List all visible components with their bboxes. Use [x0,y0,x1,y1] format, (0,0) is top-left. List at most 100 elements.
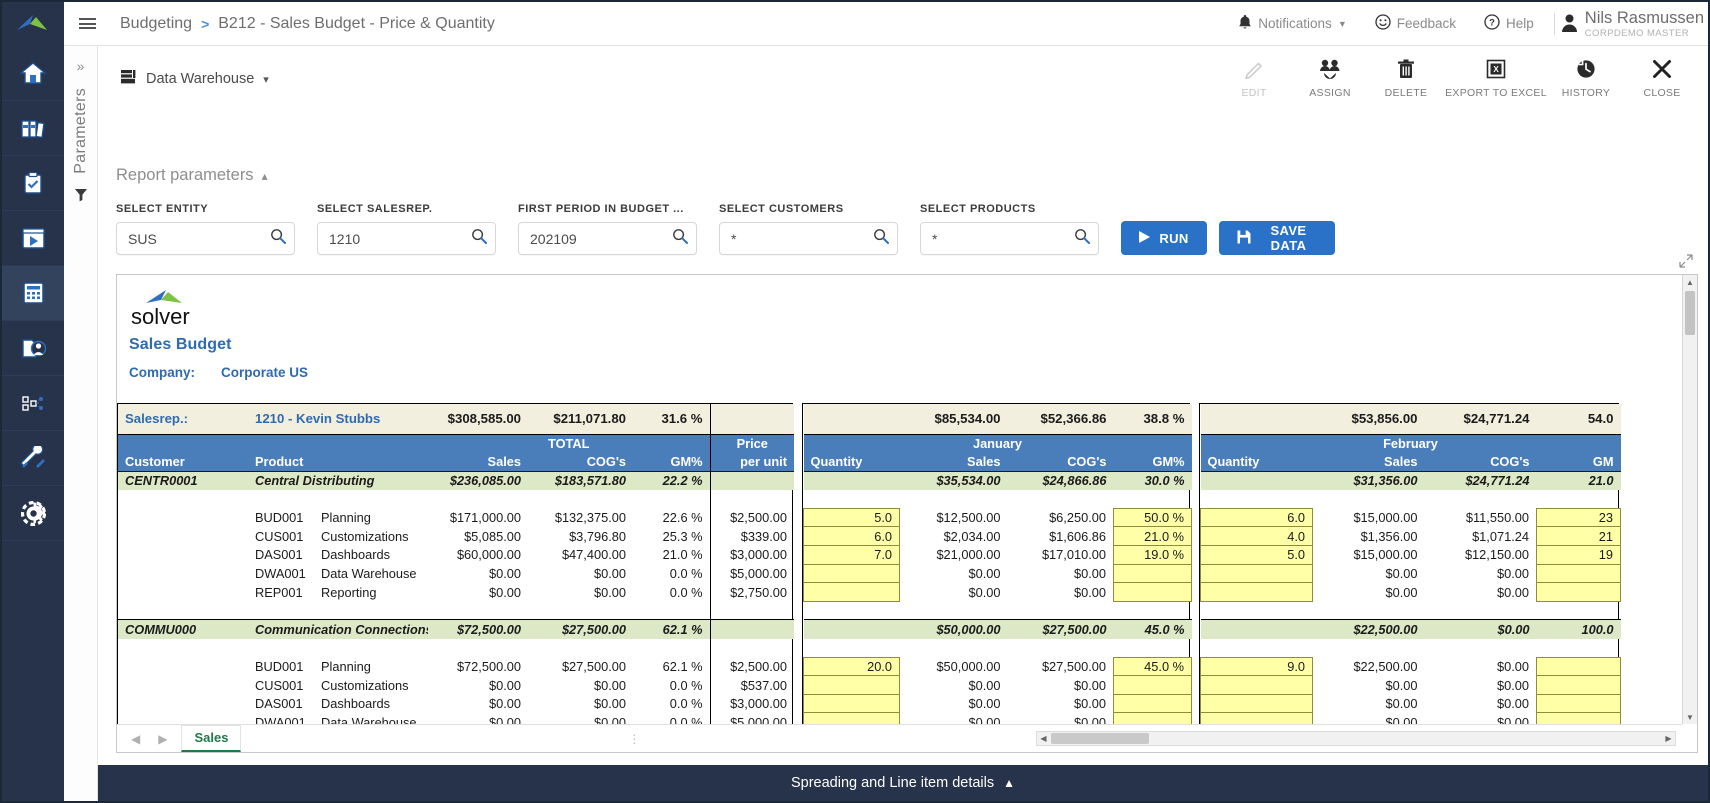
jan-quantity-cell[interactable]: 5.0 [804,508,900,527]
jan-quantity-cell[interactable] [804,713,900,724]
scroll-down-arrow[interactable]: ▼ [1683,710,1697,724]
jan-quantity-cell[interactable] [804,694,900,713]
search-icon[interactable] [1074,228,1090,249]
sheet-tab-sales[interactable]: Sales [181,725,241,752]
feedback-button[interactable]: Feedback [1361,2,1470,46]
feb-gm-cell[interactable] [1537,564,1621,583]
feb-gm-cell[interactable]: 21 [1537,527,1621,546]
jan-gm-value[interactable]: 45.0 % [1121,659,1184,674]
feb-gm-cell[interactable]: 23 [1537,508,1621,527]
feb-gm-cell[interactable] [1537,657,1621,676]
sidebar-item-home[interactable] [2,46,64,101]
sheet-prev-arrow[interactable]: ◀ [131,732,140,746]
expand-report-button[interactable] [1674,254,1698,272]
save-data-button[interactable]: SAVE DATA [1219,221,1335,255]
jan-quantity-value[interactable]: 20.0 [811,659,892,674]
select-salesrep-input[interactable] [329,231,465,247]
vertical-scroll-thumb[interactable] [1685,291,1695,335]
feb-gm-cell[interactable] [1537,583,1621,602]
export-to-excel-button[interactable]: X EXPORT TO EXCEL [1444,50,1548,99]
sidebar-item-tasks[interactable] [2,156,64,211]
user-menu[interactable]: Nils Rasmussen CorpDemo Master [1561,10,1708,38]
report-vertical-scrollbar[interactable]: ▲ ▼ [1682,275,1697,724]
spreading-details-bar[interactable]: Spreading and Line item details ▲ [98,765,1708,801]
feb-gm-cell[interactable]: 19 [1537,546,1621,565]
feb-quantity-cell[interactable]: 5.0 [1201,546,1313,565]
feb-gm-value[interactable]: 21 [1544,529,1613,544]
select-products-input-wrap[interactable] [920,222,1099,255]
jan-quantity-cell[interactable] [804,583,900,602]
select-customers-input[interactable] [731,231,867,247]
scroll-right-arrow[interactable]: ▶ [1662,734,1675,743]
sidebar-item-workflow[interactable] [2,376,64,431]
datasource-selector[interactable]: Data Warehouse ▾ [120,68,269,90]
feb-quantity-value[interactable]: 4.0 [1208,529,1305,544]
jan-quantity-value[interactable]: 7.0 [811,547,892,562]
run-button[interactable]: RUN [1121,221,1207,255]
scroll-up-arrow[interactable]: ▲ [1683,275,1697,289]
menu-toggle-button[interactable] [64,2,110,46]
report-horizontal-scrollbar[interactable]: ◀ ▶ [1036,731,1676,746]
jan-quantity-value[interactable]: 6.0 [811,529,892,544]
select-entity-input[interactable] [128,231,264,247]
feb-quantity-cell[interactable] [1201,713,1313,724]
select-entity-input-wrap[interactable] [116,222,295,255]
jan-quantity-cell[interactable]: 6.0 [804,527,900,546]
jan-quantity-value[interactable]: 5.0 [811,510,892,525]
feb-quantity-cell[interactable]: 4.0 [1201,527,1313,546]
breadcrumb-root[interactable]: Budgeting [120,15,192,33]
jan-gm-cell[interactable] [1114,564,1192,583]
sidebar-item-reports[interactable] [2,211,64,266]
sidebar-item-library[interactable] [2,101,64,156]
jan-gm-cell[interactable] [1114,713,1192,724]
jan-quantity-cell[interactable] [804,564,900,583]
feb-gm-value[interactable]: 23 [1544,510,1613,525]
jan-quantity-cell[interactable]: 20.0 [804,657,900,676]
parameters-side-tab[interactable]: » Parameters [64,46,98,801]
jan-gm-value[interactable]: 50.0 % [1121,510,1184,525]
select-customers-input-wrap[interactable] [719,222,898,255]
sidebar-item-budgeting[interactable] [2,266,64,321]
first-period-input[interactable] [530,231,666,247]
jan-gm-value[interactable]: 19.0 % [1121,547,1184,562]
scroll-left-arrow[interactable]: ◀ [1037,734,1050,743]
history-button[interactable]: HISTORY [1548,50,1624,99]
jan-gm-cell[interactable]: 19.0 % [1114,546,1192,565]
feb-gm-value[interactable]: 19 [1544,547,1613,562]
feb-quantity-value[interactable]: 9.0 [1208,659,1305,674]
collapse-panel-icon[interactable]: » [77,58,85,74]
feb-quantity-cell[interactable]: 6.0 [1201,508,1313,527]
jan-gm-cell[interactable] [1114,583,1192,602]
assign-button[interactable]: ASSIGN [1292,50,1368,99]
feb-quantity-cell[interactable] [1201,564,1313,583]
jan-gm-cell[interactable] [1114,676,1192,695]
edit-button[interactable]: EDIT [1216,50,1292,99]
jan-gm-cell[interactable]: 50.0 % [1114,508,1192,527]
sheet-next-arrow[interactable]: ▶ [158,732,167,746]
jan-quantity-cell[interactable]: 7.0 [804,546,900,565]
feb-quantity-value[interactable]: 5.0 [1208,547,1305,562]
feb-quantity-cell[interactable] [1201,676,1313,695]
first-period-input-wrap[interactable] [518,222,697,255]
search-icon[interactable] [672,228,688,249]
search-icon[interactable] [471,228,487,249]
help-button[interactable]: ? Help [1470,2,1548,46]
select-products-input[interactable] [932,231,1068,247]
search-icon[interactable] [873,228,889,249]
jan-gm-cell[interactable]: 45.0 % [1114,657,1192,676]
jan-gm-cell[interactable] [1114,694,1192,713]
sidebar-item-data-entry[interactable] [2,321,64,376]
feb-quantity-cell[interactable] [1201,583,1313,602]
report-parameters-toggle[interactable]: Report parameters ▴ [116,166,268,185]
feb-gm-cell[interactable] [1537,694,1621,713]
jan-gm-cell[interactable]: 21.0 % [1114,527,1192,546]
search-icon[interactable] [270,228,286,249]
close-button[interactable]: CLOSE [1624,50,1700,99]
feb-quantity-value[interactable]: 6.0 [1208,510,1305,525]
jan-quantity-cell[interactable] [804,676,900,695]
horizontal-scroll-thumb[interactable] [1051,733,1149,744]
sidebar-item-settings[interactable] [2,486,64,541]
sidebar-item-tools[interactable] [2,431,64,486]
select-salesrep-input-wrap[interactable] [317,222,496,255]
feb-gm-cell[interactable] [1537,676,1621,695]
